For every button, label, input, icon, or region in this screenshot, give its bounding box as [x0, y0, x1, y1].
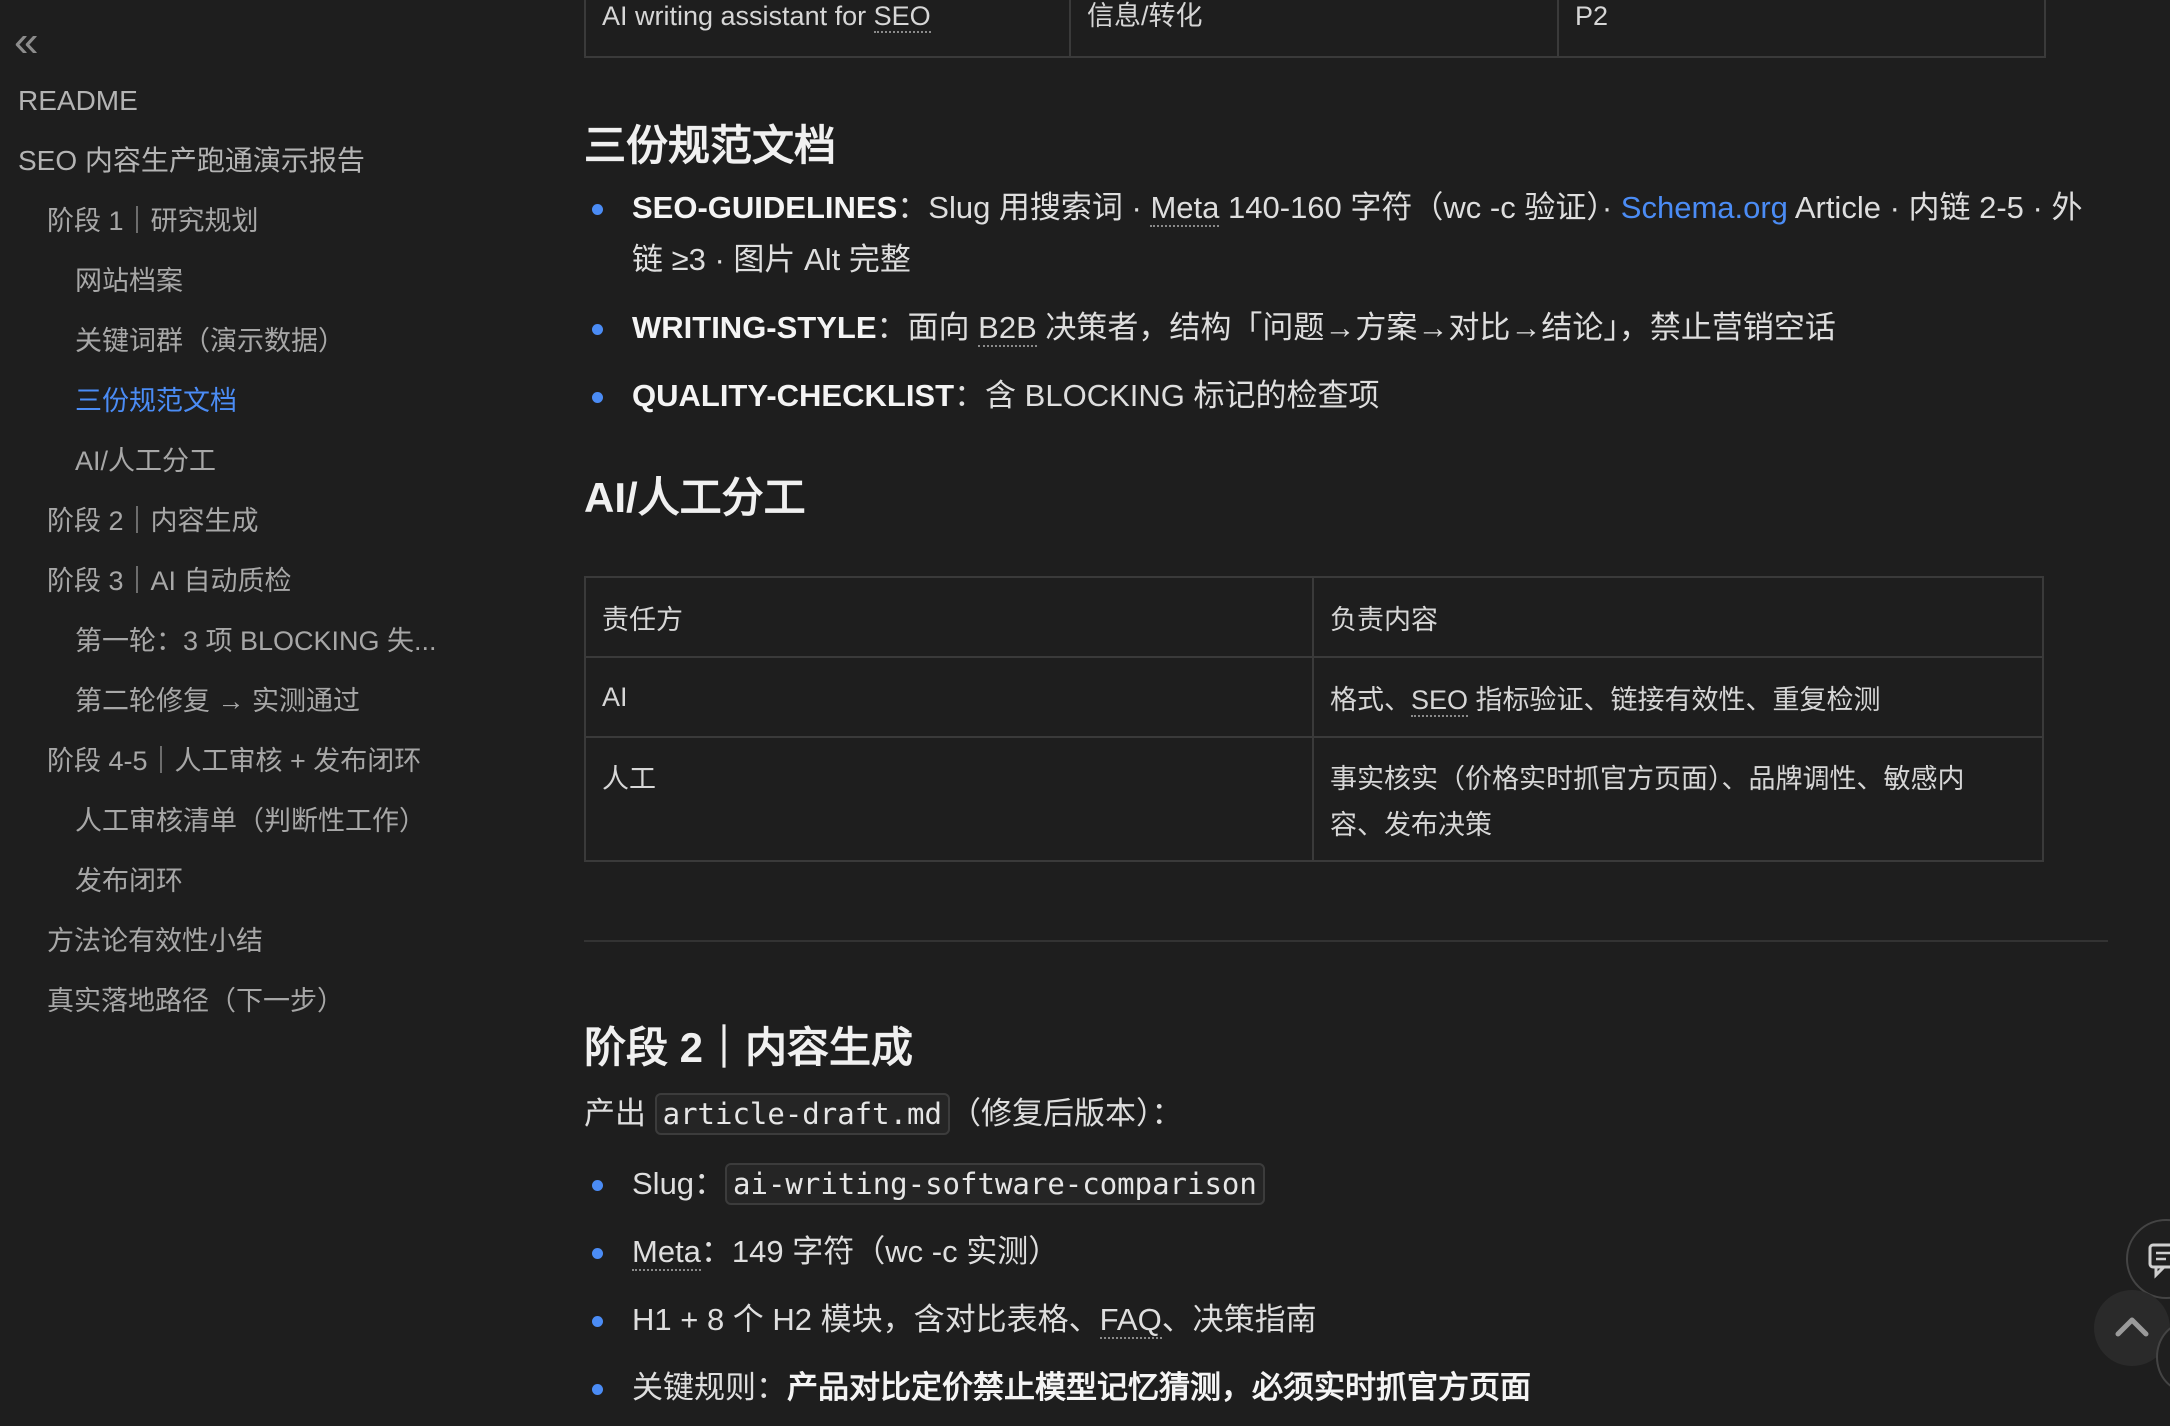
toc-item-three-docs[interactable]: 三份规范文档: [75, 384, 237, 418]
toc-item-report[interactable]: SEO 内容生产跑通演示报告: [18, 144, 365, 178]
toc-item-stage3[interactable]: 阶段 3｜AI 自动质检: [47, 564, 292, 598]
doc-text: ：Slug 用搜索词 ·: [897, 190, 1151, 225]
toc-item-next-steps[interactable]: 真实落地路径（下一步）: [47, 984, 344, 1018]
toc-item-stage45[interactable]: 阶段 4-5｜人工审核 + 发布闭环: [47, 744, 421, 778]
toc-item-stage1[interactable]: 阶段 1｜研究规划: [47, 204, 259, 238]
rule-label: 关键规则：: [632, 1370, 787, 1405]
chat-bubble-icon: [2148, 1243, 2170, 1279]
heading-stage2: 阶段 2｜内容生成: [584, 1024, 914, 1071]
abbr-meta: Meta: [1150, 190, 1220, 227]
section-divider: [584, 940, 2108, 942]
keyword-table-tail: AI writing assistant for SEO 信息/转化 P2: [584, 0, 2046, 58]
heading-ai-human: AI/人工分工: [584, 474, 806, 521]
toc-item-review-list[interactable]: 人工审核清单（判断性工作）: [75, 804, 426, 838]
list-item: Meta：149 字符（wc -c 实测）: [584, 1226, 2104, 1278]
table-cell: P2: [1557, 0, 2046, 58]
stage2-intro: 产出 article-draft.md （修复后版本）：: [584, 1090, 1182, 1138]
list-item: QUALITY-CHECKLIST：含 BLOCKING 标记的检查项: [584, 370, 2104, 422]
table-cell: 事实核实（价格实时抓官方页面）、品牌调性、敏感内容、发布决策: [1312, 736, 2044, 862]
docs-list: SEO-GUIDELINES：Slug 用搜索词 · Meta 140-160 …: [584, 182, 2104, 422]
rule-text: 产品对比定价禁止模型记忆猜测，必须实时抓官方页面: [787, 1370, 1531, 1405]
slug-label: Slug：: [632, 1166, 726, 1201]
doc-key: WRITING-STYLE: [632, 310, 877, 345]
sidebar-toc: « README SEO 内容生产跑通演示报告 阶段 1｜研究规划 网站档案 关…: [0, 0, 520, 1426]
abbr-seo: SEO: [873, 1, 931, 33]
toc-item-publish-loop[interactable]: 发布闭环: [75, 864, 183, 898]
list-item: H1 + 8 个 H2 模块，含对比表格、FAQ、决策指南: [584, 1294, 2104, 1346]
main-content: AI writing assistant for SEO 信息/转化 P2 三份…: [584, 0, 2108, 1426]
doc-text: 决策者，结构「问题→方案→对比→结论」，禁止营销空话: [1036, 310, 1836, 345]
table-cell: AI writing assistant for SEO: [584, 0, 1071, 58]
table-row: AI 格式、SEO 指标验证、链接有效性、重复检测: [584, 656, 2044, 738]
abbr-meta: Meta: [632, 1234, 701, 1271]
doc-text: 140-160 字符（wc -c 验证）·: [1219, 190, 1621, 225]
cell-text: 格式、: [1330, 684, 1411, 715]
toc-item-stage2[interactable]: 阶段 2｜内容生成: [47, 504, 259, 538]
cell-text: AI writing assistant for: [602, 1, 874, 31]
meta-text: ：149 字符（wc -c 实测）: [700, 1234, 1060, 1269]
table-cell: AI: [584, 656, 1314, 738]
collapse-sidebar-icon[interactable]: «: [14, 20, 54, 64]
doc-key: SEO-GUIDELINES: [632, 190, 898, 225]
code-slug: ai-writing-software-comparison: [725, 1163, 1265, 1205]
toc-item-round1[interactable]: 第一轮：3 项 BLOCKING 失...: [75, 624, 437, 658]
table-header-row: 责任方 负责内容: [584, 576, 2044, 658]
abbr-faq: FAQ: [1099, 1302, 1162, 1339]
structure-text: 、决策指南: [1161, 1302, 1317, 1337]
toc-item-ai-human[interactable]: AI/人工分工: [75, 444, 216, 478]
table-row: AI writing assistant for SEO 信息/转化 P2: [584, 0, 2046, 58]
table-row: 人工 事实核实（价格实时抓官方页面）、品牌调性、敏感内容、发布决策: [584, 736, 2044, 862]
toc-item-site-profile[interactable]: 网站档案: [75, 264, 183, 298]
toc-item-round2[interactable]: 第二轮修复 → 实测通过: [75, 684, 360, 718]
table-cell: 格式、SEO 指标验证、链接有效性、重复检测: [1312, 656, 2044, 738]
list-item: SEO-GUIDELINES：Slug 用搜索词 · Meta 140-160 …: [584, 182, 2104, 286]
table-header-cell: 责任方: [584, 576, 1314, 658]
abbr-seo: SEO: [1411, 684, 1469, 717]
table-cell: 人工: [584, 736, 1314, 862]
list-item: WRITING-STYLE：面向 B2B 决策者，结构「问题→方案→对比→结论」…: [584, 302, 2104, 354]
toc-item-readme[interactable]: README: [18, 84, 138, 118]
code-article-draft: article-draft.md: [654, 1093, 950, 1135]
roles-table: 责任方 负责内容 AI 格式、SEO 指标验证、链接有效性、重复检测 人工 事实…: [584, 576, 2044, 862]
table-cell: 信息/转化: [1069, 0, 1559, 58]
doc-text: ：含 BLOCKING 标记的检查项: [954, 378, 1380, 413]
toc-item-summary[interactable]: 方法论有效性小结: [47, 924, 263, 958]
doc-key: QUALITY-CHECKLIST: [632, 378, 955, 413]
abbr-b2b: B2B: [978, 310, 1037, 347]
schema-org-link[interactable]: Schema.org: [1621, 190, 1788, 225]
toc-item-keyword-clusters[interactable]: 关键词群（演示数据）: [75, 324, 345, 358]
table-header-cell: 负责内容: [1312, 576, 2044, 658]
list-item: Slug： ai-writing-software-comparison: [584, 1158, 2104, 1210]
list-item: 关键规则：产品对比定价禁止模型记忆猜测，必须实时抓官方页面: [584, 1362, 2104, 1414]
intro-text: 产出: [584, 1096, 655, 1131]
intro-text: （修复后版本）：: [949, 1096, 1183, 1131]
structure-text: H1 + 8 个 H2 模块，含对比表格、: [632, 1302, 1100, 1337]
heading-three-docs: 三份规范文档: [584, 122, 837, 169]
cell-text: 指标验证、链接有效性、重复检测: [1468, 684, 1881, 715]
doc-text: ：面向: [876, 310, 979, 345]
stage2-list: Slug： ai-writing-software-comparison Meta…: [584, 1158, 2104, 1414]
chat-button[interactable]: [2126, 1219, 2170, 1299]
